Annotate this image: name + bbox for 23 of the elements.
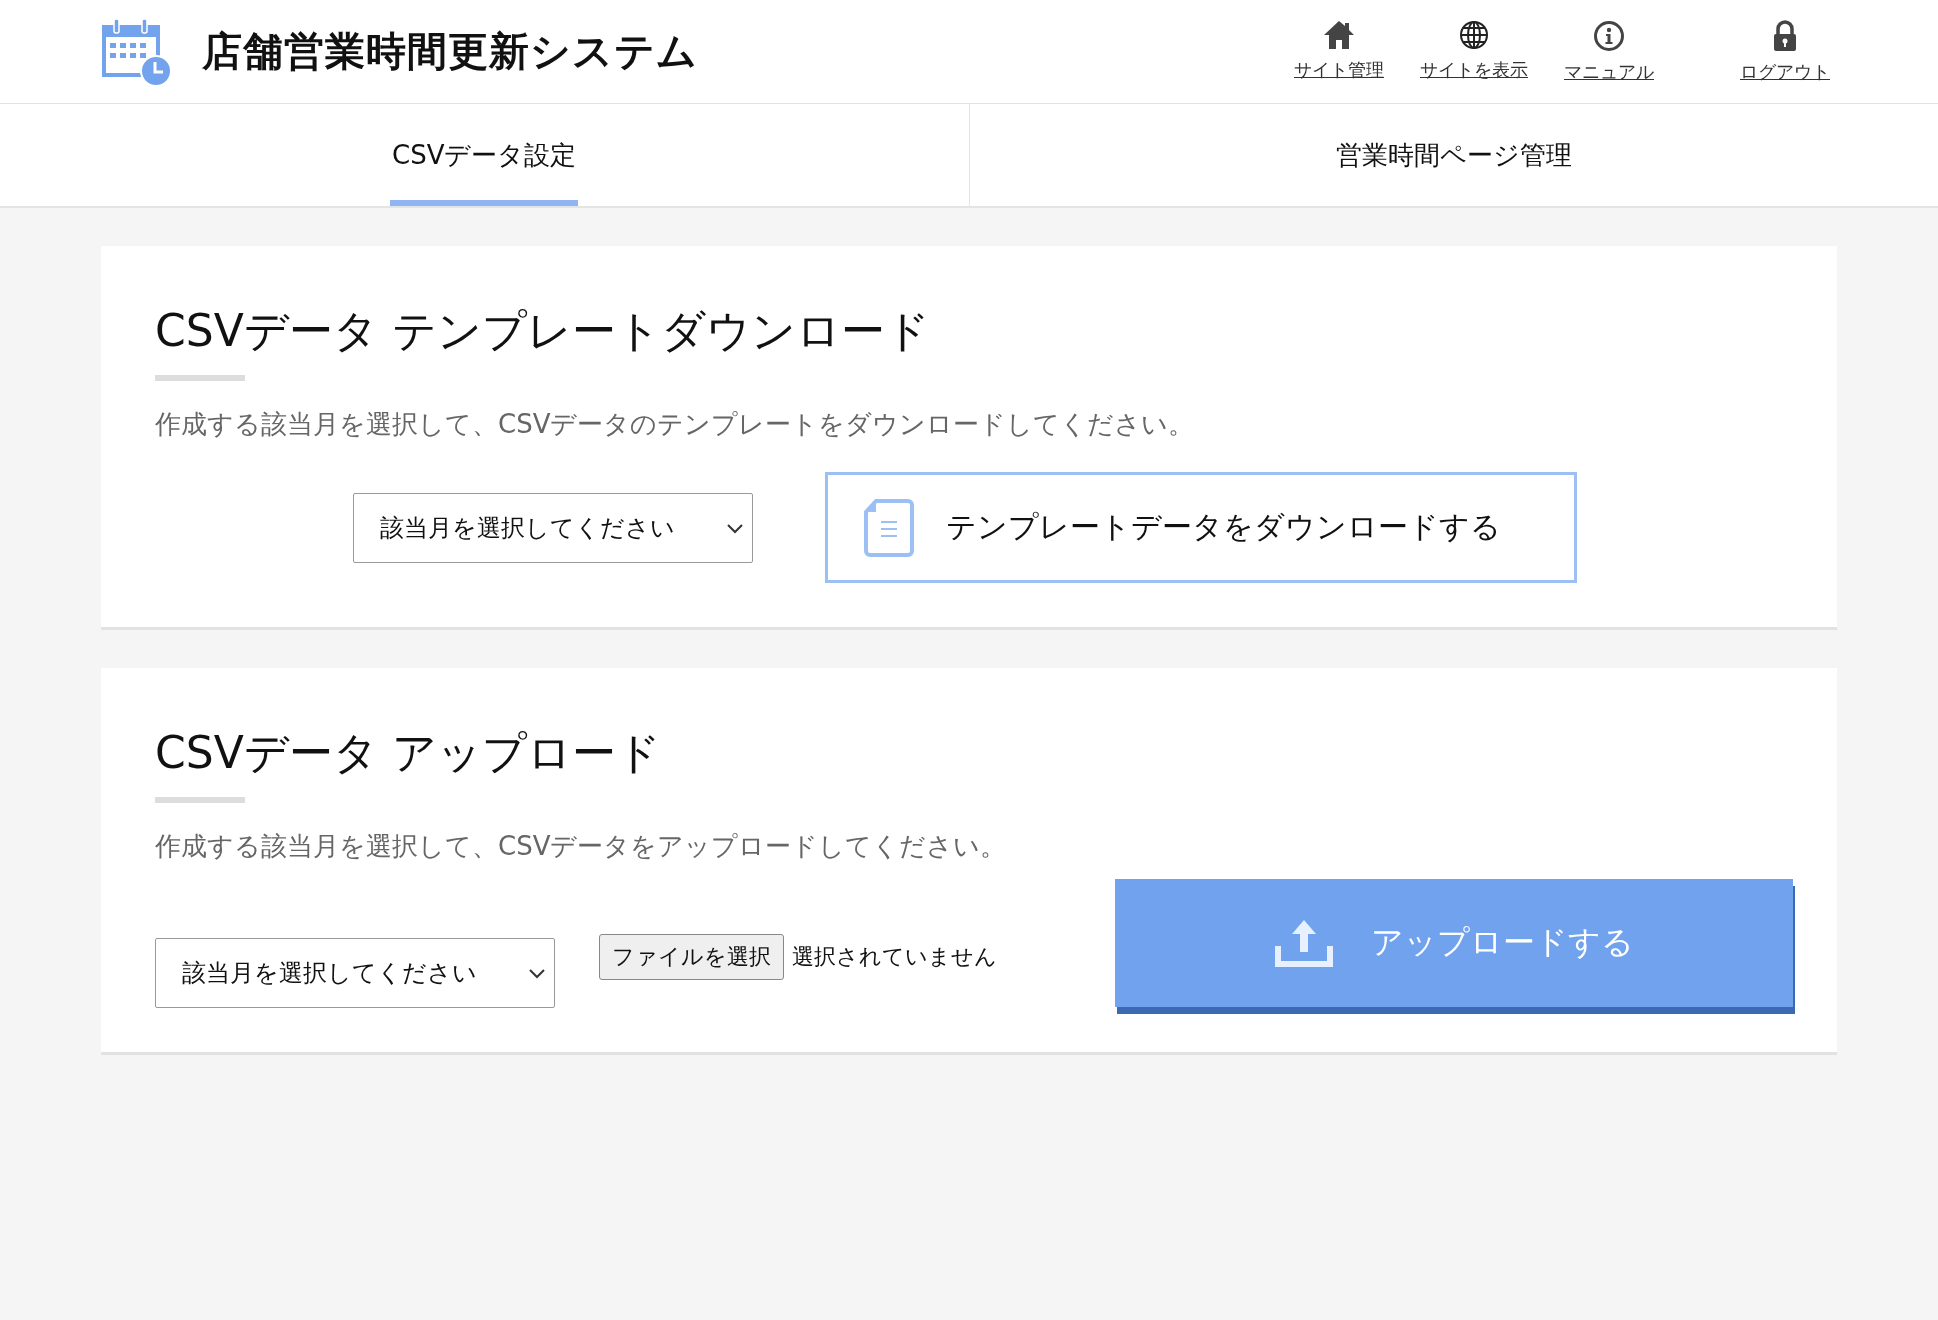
app-title: 店舗営業時間更新システム	[202, 27, 698, 76]
download-template-button[interactable]: テンプレートデータをダウンロードする	[825, 472, 1577, 583]
section-heading: CSVデータ アップロード	[155, 726, 661, 780]
info-icon	[1593, 19, 1625, 52]
choose-file-button[interactable]: ファイルを選択	[599, 934, 784, 980]
month-select[interactable]: 該当月を選択してください	[155, 938, 555, 1008]
chevron-down-icon	[726, 521, 744, 534]
section-heading: CSVデータ テンプレートダウンロード	[155, 304, 930, 358]
file-status: 選択されていません	[792, 943, 997, 971]
home-icon	[1323, 19, 1355, 50]
nav-link[interactable]: マニュアル	[1564, 19, 1654, 84]
tab[interactable]: 営業時間ページ管理	[1333, 104, 1574, 206]
section-description: 作成する該当月を選択して、CSVデータをアップロードしてください。	[155, 830, 1008, 863]
globe-icon	[1459, 19, 1489, 50]
chevron-down-icon	[528, 967, 546, 979]
section-description: 作成する該当月を選択して、CSVデータのテンプレートをダウンロードしてください。	[155, 408, 1196, 441]
nav-link[interactable]: サイトを表示	[1420, 19, 1528, 84]
document-icon	[864, 497, 914, 558]
nav-link[interactable]: サイト管理	[1294, 19, 1384, 84]
upload-icon	[1274, 918, 1333, 968]
tab[interactable]: CSVデータ設定	[390, 104, 579, 206]
month-select[interactable]: 該当月を選択してください	[353, 492, 753, 563]
lock-icon	[1772, 19, 1798, 52]
